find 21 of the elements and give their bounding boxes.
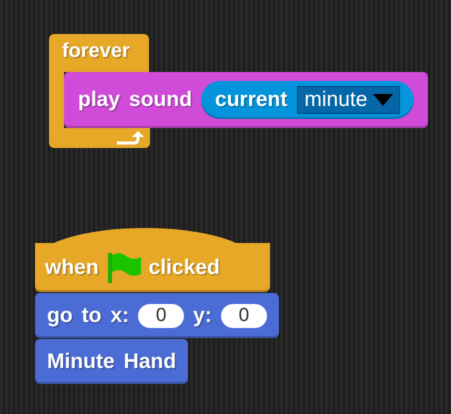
block-label: Hand (124, 350, 176, 374)
loop-arrow-icon (116, 130, 146, 146)
block-label: current (215, 88, 288, 112)
block-label: when (45, 256, 99, 280)
block-label: clicked (148, 256, 220, 280)
number-field[interactable]: 0 (138, 304, 184, 328)
command-block[interactable]: go to x: 0 y: 0 (35, 293, 279, 338)
block-label: go (47, 304, 73, 328)
caret-icon (373, 94, 394, 106)
block-label: play (78, 88, 120, 112)
block-label: Minute (47, 350, 115, 374)
block-label: y: (193, 304, 212, 328)
flag-icon (106, 252, 142, 284)
block-label: x: (110, 304, 130, 328)
command-block[interactable]: Minute Hand (35, 339, 188, 384)
command-block[interactable]: play sound current minute (64, 72, 428, 128)
block-label: sound (129, 88, 192, 112)
dropdown[interactable]: minute (297, 86, 400, 114)
number-field[interactable]: 0 (220, 304, 267, 328)
reporter-block[interactable]: current minute (201, 81, 414, 119)
block-label: to (82, 304, 102, 328)
